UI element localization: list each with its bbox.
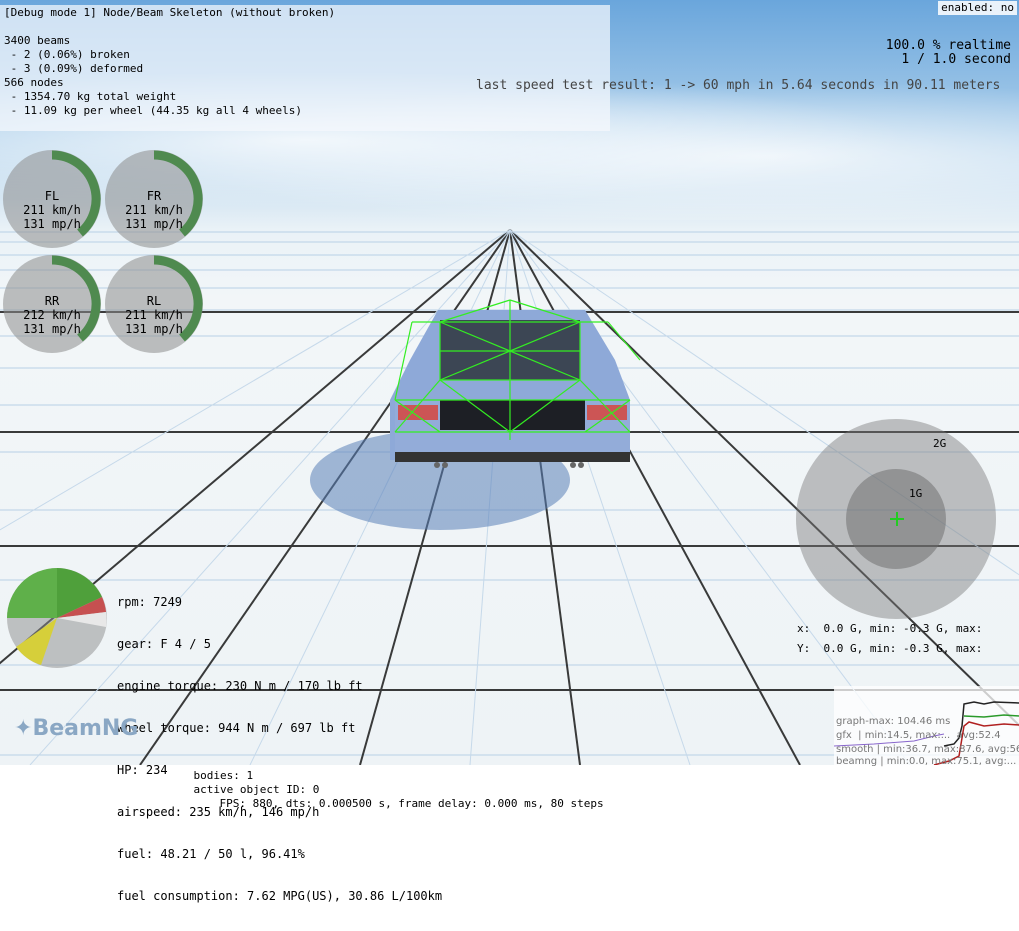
gforce-outer-label: 2G [933,437,947,450]
wheel-torque-text: wheel torque: 944 N m / 697 lb ft [117,721,356,735]
active-object-id: active object ID: 0 [193,783,320,796]
performance-graph: graph-max: 104.46 ms gfx | min:14.5, max… [834,686,1019,767]
logo-text: BeamNG [32,716,139,741]
vehicle-info: rpm: 7249 gear: F 4 / 5 engine torque: 2… [117,567,442,931]
nodes-count: 566 nodes [4,76,64,89]
wheel-kmh: 211 km/h [125,308,183,322]
graph-max: graph-max: 104.46 ms [836,716,951,727]
wheel-kmh: 211 km/h [23,203,81,217]
logo-icon: ✦ [14,716,33,741]
gfx-stats: gfx | min:14.5, max:... avg:52.4 [836,730,1001,741]
speed-test-result: last speed test result: 1 -> 60 mph in 5… [476,78,1001,93]
deformed-count: - 3 (0.09%) deformed [4,62,144,75]
wheel-name: FR [146,189,162,203]
wheel-mph: 131 mp/h [125,322,183,336]
enabled-status: enabled: no [938,1,1017,15]
wheel-mph: 131 mp/h [125,217,183,231]
wheel-kmh: 211 km/h [125,203,183,217]
wheel-mph: 131 mp/h [23,217,81,231]
wheel-kmh: 212 km/h [23,308,81,322]
gforce-y-readout: Y: 0.0 G, min: -0.3 G, max: [797,642,983,655]
total-weight: - 1354.70 kg total weight [4,90,177,103]
broken-count: - 2 (0.06%) broken [4,48,130,61]
3d-viewport[interactable]: [Debug mode 1] Node/Beam Skeleton (witho… [0,0,1019,903]
beamng-logo: ✦BeamNG [14,716,138,741]
gforce-x-readout: x: 0.0 G, min: -0.3 G, max: [797,622,983,635]
torque-pie-gauge [7,568,107,668]
gear-text: gear: F 4 / 5 [117,637,211,651]
gforce-meter [796,419,996,619]
gforce-inner-label: 1G [909,487,923,500]
debug-mode-text: [Debug mode 1] Node/Beam Skeleton (witho… [4,6,336,19]
weight-per-wheel: - 11.09 kg per wheel (44.35 kg all 4 whe… [4,104,303,117]
realtime-ratio: 1 / 1.0 second [901,52,1011,67]
wheel-name: FL [44,189,60,203]
wheel-gauge-rl: RL 211 km/h 131 mp/h [104,254,204,354]
wheel-gauge-fl: FL 211 km/h 131 mp/h [2,149,102,249]
status-bar: bodies: 1 active object ID: 0 FPS: 880, … [167,755,604,825]
beamng-stats: beamng | min:0.0, max:75.1, avg:... [836,756,1017,767]
fuel-consumption-text: fuel consumption: 7.62 MPG(US), 30.86 L/… [117,889,443,903]
wheel-gauge-fr: FR 211 km/h 131 mp/h [104,149,204,249]
wheel-mph: 131 mp/h [23,322,81,336]
debug-info-panel: [Debug mode 1] Node/Beam Skeleton (witho… [0,5,610,131]
wheel-gauge-rr: RR 212 km/h 131 mp/h [2,254,102,354]
wheel-name: RR [44,294,60,308]
engine-torque-text: engine torque: 230 N m / 170 lb ft [117,679,363,693]
fuel-text: fuel: 48.21 / 50 l, 96.41% [117,847,305,861]
realtime-percent: 100.0 % realtime [885,38,1011,53]
wheel-name: RL [146,294,162,308]
beams-count: 3400 beams [4,34,71,47]
rpm-text: rpm: 7249 [117,595,183,609]
fps-info: FPS: 880, dts: 0.000500 s, frame delay: … [219,797,604,810]
bodies-count: bodies: 1 [193,769,254,782]
smooth-stats: smooth | min:36.7, max:87.6, avg:56.2 [836,744,1019,755]
